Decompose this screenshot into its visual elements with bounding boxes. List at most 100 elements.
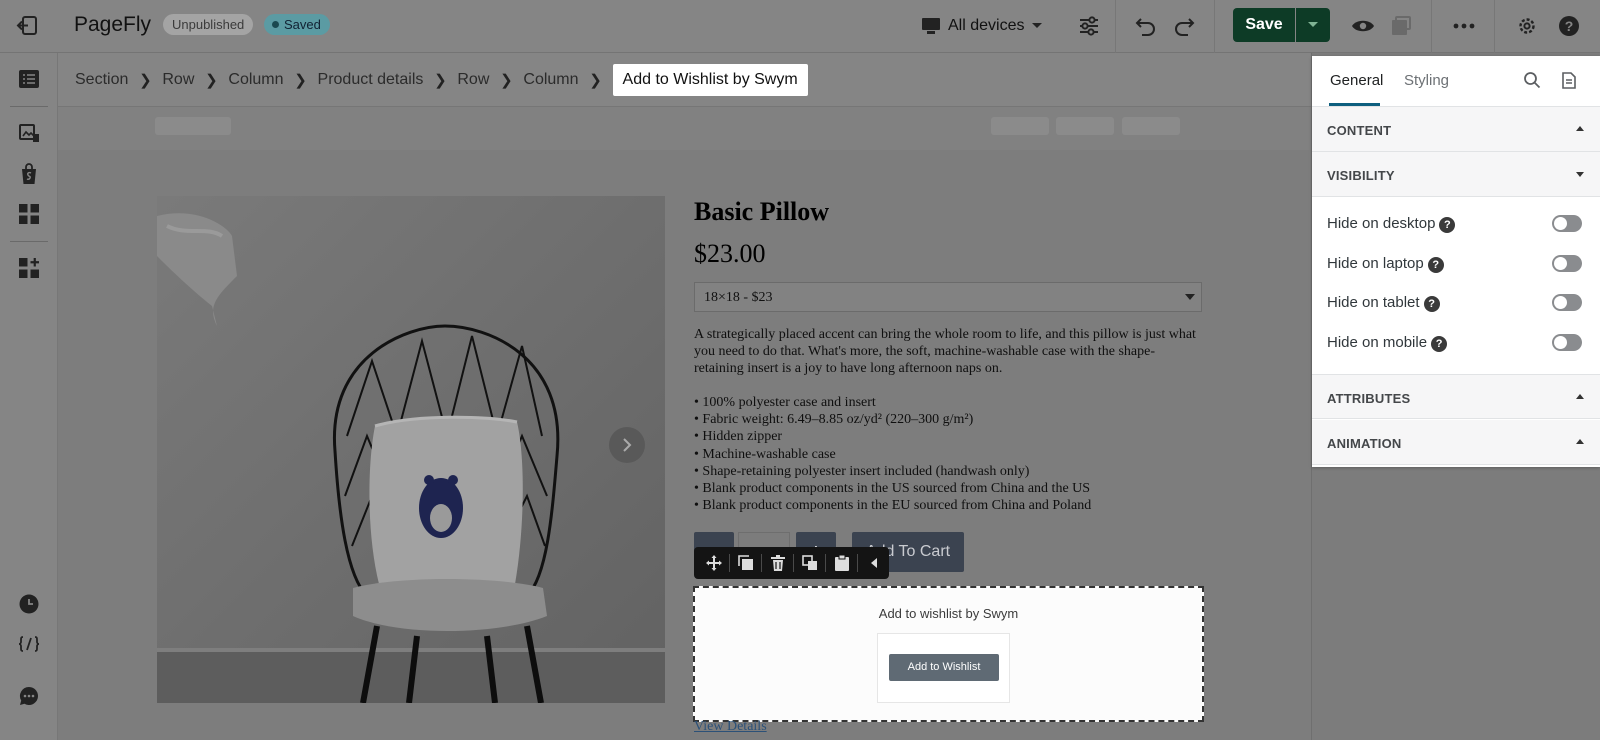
hide-on-laptop-text: Hide on laptop [1327, 255, 1424, 272]
saved-dot-icon [272, 21, 279, 28]
hide-on-tablet-toggle[interactable] [1552, 294, 1582, 311]
breadcrumb-item[interactable]: Row [457, 71, 489, 89]
hide-on-desktop-row: Hide on desktop? [1312, 204, 1600, 244]
copy-style-icon[interactable] [794, 547, 825, 579]
help-circle-icon[interactable]: ? [1431, 336, 1448, 352]
svg-text:?: ? [1565, 18, 1574, 34]
hide-on-laptop-toggle[interactable] [1552, 255, 1582, 272]
topbar-divider [1115, 0, 1116, 53]
saved-badge-label: Saved [284, 17, 321, 32]
chevron-right-icon: ❯ [294, 71, 307, 89]
help-circle-icon[interactable]: ? [1423, 296, 1440, 312]
move-icon[interactable] [698, 547, 729, 579]
chevron-right-icon [623, 438, 632, 452]
hide-on-desktop-toggle[interactable] [1552, 215, 1582, 232]
breadcrumb-item[interactable]: Column [228, 71, 283, 89]
wishlist-element[interactable]: Add to wishlist by Swym Add to Wishlist [693, 586, 1204, 722]
app-name: PageFly [74, 13, 152, 36]
hide-on-desktop-text: Hide on desktop [1327, 215, 1436, 232]
saved-badge: Saved [264, 14, 330, 35]
caret-up-icon [1576, 439, 1584, 444]
image-library-icon[interactable] [15, 119, 43, 147]
publish-icon[interactable] [1387, 12, 1415, 40]
caret-up-icon [1576, 126, 1584, 131]
elements-grid-icon[interactable] [15, 200, 43, 228]
help-icon[interactable]: ? [1555, 12, 1583, 40]
feature-item: • Shape-retaining polyester insert inclu… [694, 463, 1030, 479]
element-toolbar [694, 547, 889, 579]
breadcrumb-item[interactable]: Product details [318, 71, 424, 89]
duplicate-icon[interactable] [730, 547, 761, 579]
document-icon[interactable] [1559, 70, 1579, 90]
save-options-button[interactable] [1296, 8, 1330, 42]
exit-icon[interactable] [14, 13, 42, 39]
breadcrumb-item[interactable]: Row [162, 71, 194, 89]
variant-select[interactable]: 18×18 - $23 [694, 282, 1202, 312]
undo-icon[interactable] [1132, 12, 1160, 40]
more-options-icon[interactable] [1450, 12, 1478, 40]
breadcrumb: Section ❯ Row ❯ Column ❯ Product details… [58, 53, 1311, 107]
hide-on-mobile-label: Hide on mobile? [1327, 334, 1448, 352]
tab-general[interactable]: General [1330, 72, 1383, 89]
topbar-divider [1431, 0, 1432, 53]
custom-code-icon[interactable] [15, 630, 43, 658]
topbar-divider [1214, 0, 1215, 53]
collapse-toolbar-icon[interactable] [858, 547, 889, 579]
caret-down-icon [1576, 172, 1584, 177]
hide-on-mobile-toggle[interactable] [1552, 334, 1582, 351]
section-visibility[interactable]: VISIBILITY [1312, 152, 1600, 197]
feature-item: • Fabric weight: 6.49–8.85 oz/yd² (220–3… [694, 412, 974, 428]
shopify-bag-icon[interactable] [15, 160, 43, 188]
save-button[interactable]: Save [1233, 8, 1295, 42]
wishlist-label: Add to wishlist by Swym [878, 606, 1019, 621]
feature-item: • Hidden zipper [694, 429, 783, 445]
chevron-right-icon: ❯ [434, 71, 447, 89]
help-circle-icon[interactable]: ? [1427, 257, 1444, 273]
pillow-chair-photo [157, 196, 665, 703]
settings-sliders-icon[interactable] [1075, 12, 1103, 40]
device-selector[interactable]: All devices [921, 11, 1043, 41]
hide-on-tablet-label: Hide on tablet? [1327, 294, 1440, 312]
section-attributes[interactable]: ATTRIBUTES [1312, 374, 1600, 419]
chat-support-icon[interactable] [15, 682, 43, 710]
hide-on-laptop-label: Hide on laptop? [1327, 255, 1444, 273]
hide-on-laptop-row: Hide on laptop? [1312, 244, 1600, 284]
tab-styling[interactable]: Styling [1404, 72, 1449, 89]
add-apps-icon[interactable] [15, 254, 43, 282]
trash-icon[interactable] [762, 547, 793, 579]
redo-icon[interactable] [1170, 12, 1198, 40]
variant-value: 18×18 - $23 [704, 290, 773, 305]
help-circle-icon[interactable]: ? [1439, 217, 1456, 233]
search-icon[interactable] [1522, 70, 1542, 90]
inspector-panel: General Styling CONTENT VISIBILITY Hide … [1312, 56, 1600, 467]
gear-icon[interactable] [1513, 12, 1541, 40]
add-to-wishlist-button[interactable]: Add to Wishlist [889, 654, 999, 681]
breadcrumb-item[interactable]: Section [75, 71, 128, 89]
layers-list-icon[interactable] [15, 65, 43, 93]
breadcrumb-current[interactable]: Add to Wishlist by Swym [612, 63, 808, 96]
section-animation[interactable]: ANIMATION [1312, 420, 1600, 465]
history-clock-icon[interactable] [15, 590, 43, 618]
product-features-list: • 100% polyester case and insert • Fabri… [694, 394, 1202, 514]
feature-item: • Blank product components in the US sou… [694, 481, 1091, 497]
caret-up-icon [1576, 394, 1584, 399]
view-details-link[interactable]: View Details [694, 719, 767, 735]
paste-icon[interactable] [826, 547, 857, 579]
unpublished-badge: Unpublished [163, 14, 254, 35]
next-image-button[interactable] [609, 427, 645, 463]
chevron-down-icon [1308, 22, 1318, 27]
placeholder-block [991, 117, 1049, 135]
section-content[interactable]: CONTENT [1312, 107, 1600, 152]
product-description: A strategically placed accent can bring … [694, 327, 1196, 376]
feature-item: • Machine-washable case [694, 446, 836, 462]
topbar-divider [1494, 0, 1495, 53]
active-tab-indicator [1329, 103, 1380, 106]
preview-eye-icon[interactable] [1349, 12, 1377, 40]
sidebar-divider [10, 241, 48, 242]
panel-tabs: General Styling [1312, 56, 1600, 107]
product-image[interactable] [157, 196, 665, 703]
feature-item: • Blank product components in the EU sou… [694, 498, 1092, 514]
header-placeholder [58, 107, 1311, 150]
breadcrumb-item[interactable]: Column [523, 71, 578, 89]
hide-on-desktop-label: Hide on desktop? [1327, 215, 1456, 233]
